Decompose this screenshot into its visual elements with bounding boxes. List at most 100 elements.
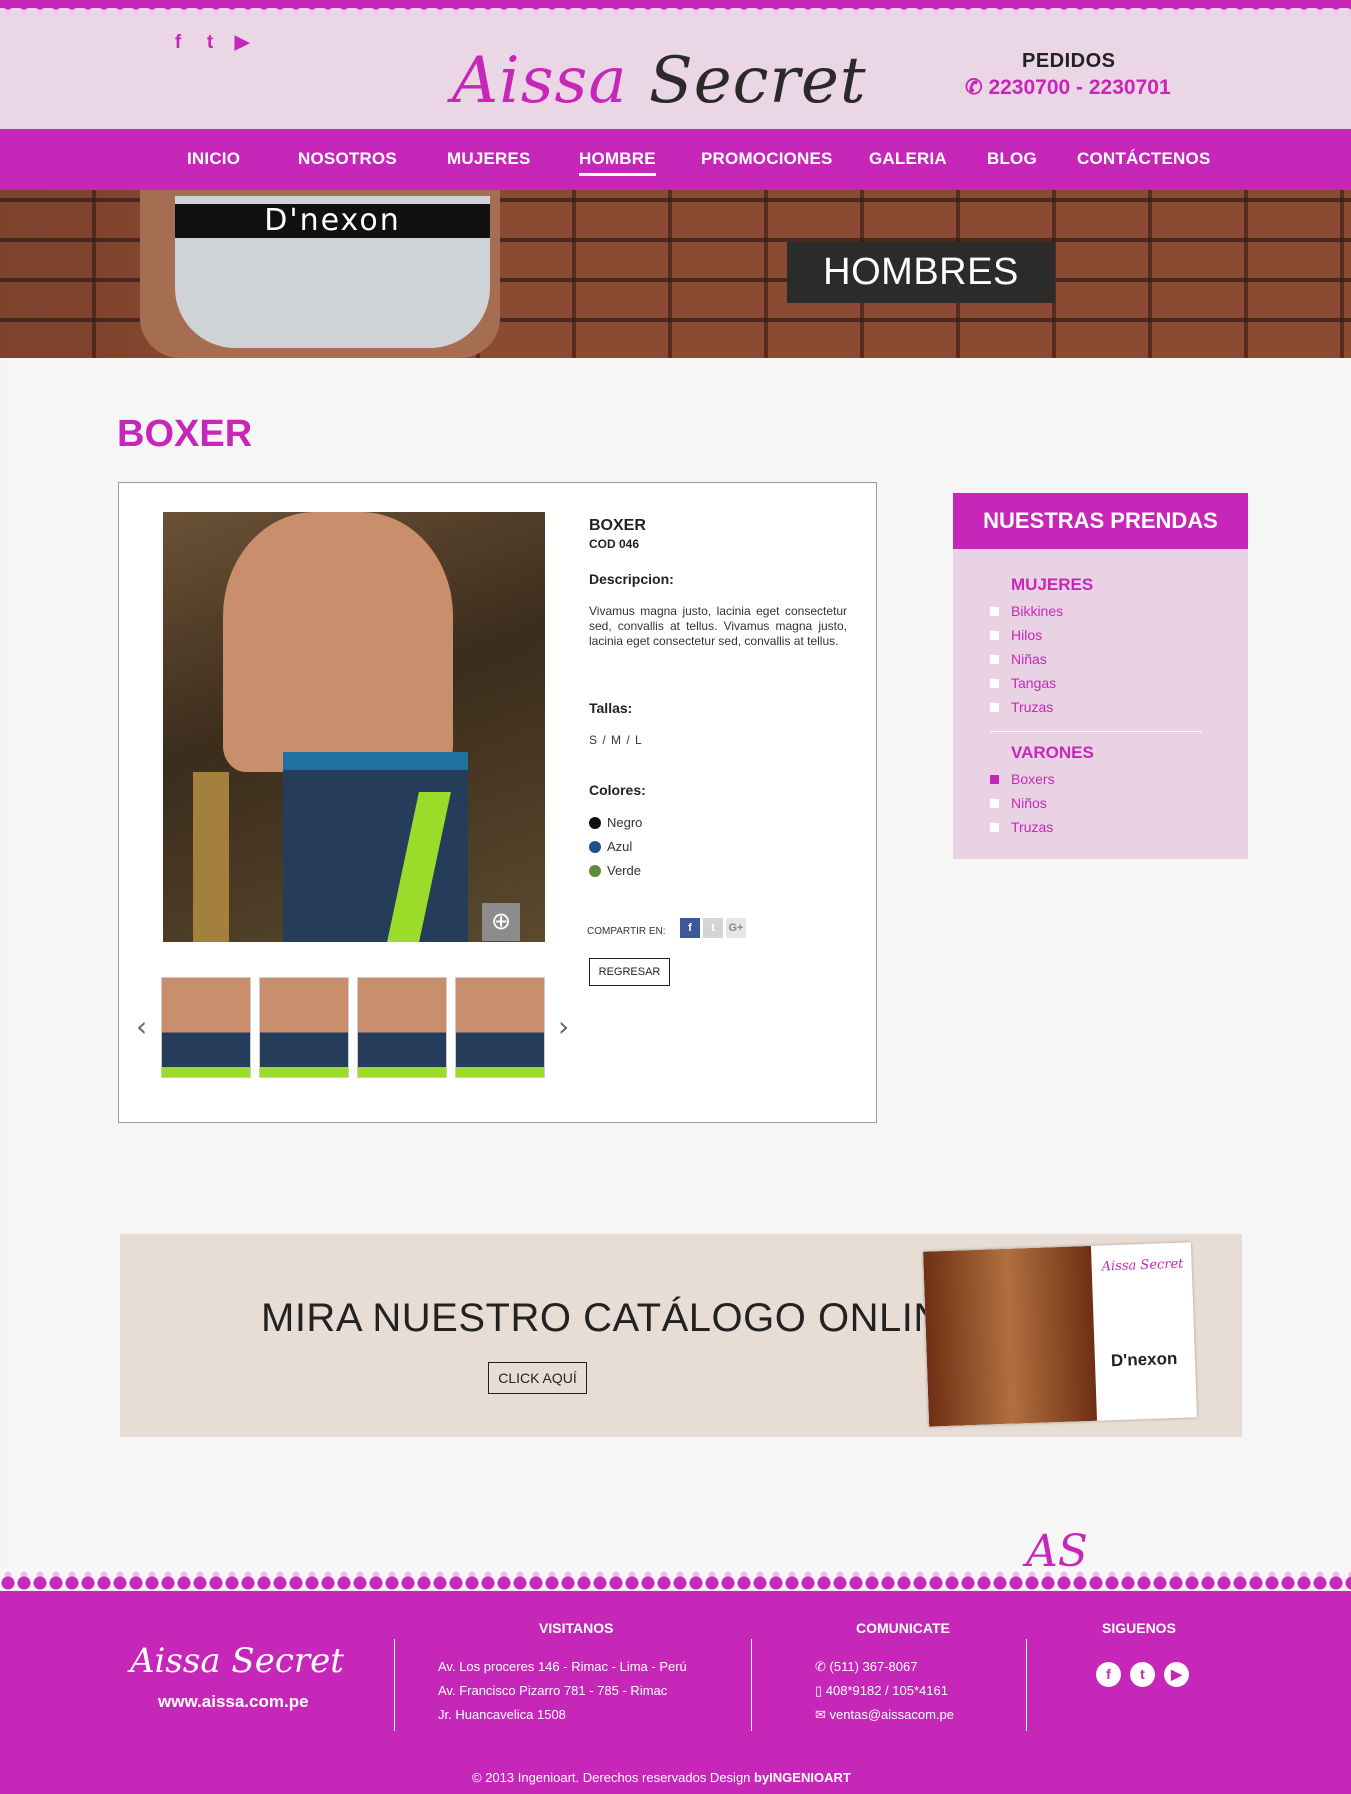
- logo-word-1: Aissa: [452, 44, 628, 118]
- hero-waistband-text: D'nexon: [175, 204, 490, 238]
- catalog-button[interactable]: CLICK AQUÍ: [488, 1362, 587, 1394]
- facebook-icon[interactable]: f: [680, 918, 700, 938]
- orders-phones: ✆ 2230700 - 2230701: [965, 75, 1171, 100]
- youtube-icon[interactable]: ▶: [232, 32, 252, 54]
- sidebar-item-ninas[interactable]: Niñas: [990, 651, 1047, 667]
- catalog-heading: MIRA NUESTRO CATÁLOGO ONLINE: [261, 1296, 970, 1340]
- back-button[interactable]: REGRESAR: [589, 958, 670, 986]
- bullet-icon: [990, 678, 999, 688]
- sidebar-item-hilos[interactable]: Hilos: [990, 627, 1042, 643]
- google-plus-icon[interactable]: G+: [726, 918, 746, 938]
- footer-email-text: ventas@aissacom.pe: [829, 1707, 955, 1722]
- nav-mujeres[interactable]: MUJERES: [447, 149, 531, 169]
- footer-contact-title: COMUNICATE: [856, 1620, 950, 1636]
- photo-model: [223, 512, 453, 772]
- product-thumbnails: [161, 977, 545, 1078]
- product-sizes: S / M / L: [589, 733, 643, 747]
- footer-email[interactable]: ✉ ventas@aissacom.pe: [815, 1707, 954, 1723]
- footer-mobile-text: 408*9182 / 105*4161: [825, 1683, 948, 1698]
- color-swatch: [589, 864, 601, 877]
- bullet-icon: [990, 654, 999, 664]
- sidebar-item-label: Niños: [1011, 795, 1047, 811]
- color-option: Negro: [589, 815, 642, 830]
- sidebar-item-tangas[interactable]: Tangas: [990, 675, 1056, 691]
- color-name: Verde: [607, 863, 641, 878]
- copyright-text: © 2013 Ingenioart. Derechos reservados D…: [472, 1770, 755, 1785]
- catalog-cover-image[interactable]: Aissa Secret D'nexon: [923, 1242, 1197, 1427]
- colors-label: Colores:: [589, 782, 646, 798]
- orders-phone-numbers: 2230700 - 2230701: [988, 76, 1171, 99]
- main-nav: INICIO NOSOTROS MUJERES HOMBRE PROMOCION…: [0, 129, 1351, 190]
- product-thumbnail[interactable]: [259, 977, 349, 1078]
- sidebar-item-label: Niñas: [1011, 651, 1047, 667]
- footer-social-links: f t ▶: [1096, 1662, 1189, 1687]
- bullet-icon: [990, 822, 999, 832]
- sidebar-item-label: Tangas: [1011, 675, 1057, 691]
- phone-icon: ✆: [965, 76, 983, 99]
- nav-promociones[interactable]: PROMOCIONES: [701, 149, 833, 169]
- nav-nosotros[interactable]: NOSOTROS: [298, 149, 397, 169]
- description-label: Descripcion:: [589, 571, 674, 587]
- color-option: Verde: [589, 863, 641, 878]
- color-name: Negro: [607, 815, 643, 830]
- thumbs-prev-icon[interactable]: ‹: [136, 1010, 147, 1043]
- footer-divider: [751, 1639, 752, 1731]
- lace-border-bottom: [0, 1567, 1351, 1591]
- facebook-icon[interactable]: f: [168, 32, 188, 54]
- thumbs-next-icon[interactable]: ›: [558, 1010, 569, 1043]
- sidebar-item-truzas-varones[interactable]: Truzas: [990, 819, 1053, 835]
- footer-phone-text: (511) 367-8067: [829, 1659, 918, 1674]
- sidebar-item-truzas-mujeres[interactable]: Truzas: [990, 699, 1053, 715]
- sidebar-item-bikkines[interactable]: Bikkines: [990, 603, 1063, 619]
- product-thumbnail[interactable]: [455, 977, 545, 1078]
- product-code: COD 046: [589, 537, 640, 551]
- product-thumbnail[interactable]: [161, 977, 251, 1078]
- sidebar-category-varones[interactable]: VARONES: [1011, 743, 1094, 763]
- hero-banner: D'nexon: [0, 190, 1351, 358]
- color-swatch: [589, 840, 601, 853]
- zoom-icon[interactable]: ⊕: [482, 903, 520, 941]
- mobile-icon: ▯: [815, 1683, 823, 1698]
- header-social-links: f t ▶: [168, 32, 252, 54]
- color-name: Azul: [607, 839, 633, 854]
- footer-address: Av. Los proceres 146 - Rimac - Lima - Pe…: [438, 1659, 687, 1674]
- logo-word-2: Secret: [648, 44, 867, 118]
- footer-logo[interactable]: Aissa Secret: [130, 1641, 344, 1681]
- facebook-icon[interactable]: f: [1096, 1662, 1121, 1687]
- nav-blog[interactable]: BLOG: [987, 149, 1037, 169]
- share-label: COMPARTIR EN:: [587, 926, 666, 937]
- product-description: Vivamus magna justo, lacinia eget consec…: [589, 604, 847, 648]
- color-option: Azul: [589, 839, 632, 854]
- catalog-cover-photo: [923, 1245, 1098, 1427]
- sidebar-item-label: Bikkines: [1011, 603, 1064, 619]
- sizes-label: Tallas:: [589, 700, 633, 716]
- sidebar-category-mujeres[interactable]: MUJERES: [1011, 575, 1093, 595]
- designer-credit[interactable]: byINGENIOART: [754, 1770, 851, 1785]
- catalog-cover-logo: Aissa Secret: [1101, 1256, 1184, 1275]
- nav-galeria[interactable]: GALERIA: [869, 149, 947, 169]
- share-links: f t G+: [680, 918, 746, 938]
- nav-contactenos[interactable]: CONTÁCTENOS: [1077, 149, 1210, 169]
- nav-inicio[interactable]: INICIO: [187, 149, 240, 169]
- bullet-icon: [990, 606, 999, 616]
- product-main-image[interactable]: [163, 512, 545, 942]
- youtube-icon[interactable]: ▶: [1164, 1662, 1189, 1687]
- lace-border-top: [0, 0, 1351, 22]
- product-name: BOXER: [589, 517, 646, 534]
- twitter-icon[interactable]: t: [200, 32, 220, 54]
- sidebar-item-label: Truzas: [1011, 819, 1054, 835]
- sidebar-item-ninos[interactable]: Niños: [990, 795, 1047, 811]
- sidebar-item-boxers[interactable]: Boxers: [990, 771, 1055, 787]
- photo-pole: [193, 772, 229, 942]
- footer-copyright: © 2013 Ingenioart. Derechos reservados D…: [472, 1770, 851, 1785]
- twitter-icon[interactable]: t: [703, 918, 723, 938]
- footer-url[interactable]: www.aissa.com.pe: [158, 1692, 309, 1712]
- nav-hombre[interactable]: HOMBRE: [579, 149, 656, 176]
- site-logo[interactable]: Aissa Secret: [452, 44, 867, 118]
- product-thumbnail[interactable]: [357, 977, 447, 1078]
- photo-boxer: [283, 752, 468, 942]
- footer-phone: ✆ (511) 367-8067: [815, 1659, 917, 1675]
- sidebar-item-label: Boxers: [1011, 771, 1055, 787]
- color-swatch: [589, 816, 601, 829]
- twitter-icon[interactable]: t: [1130, 1662, 1155, 1687]
